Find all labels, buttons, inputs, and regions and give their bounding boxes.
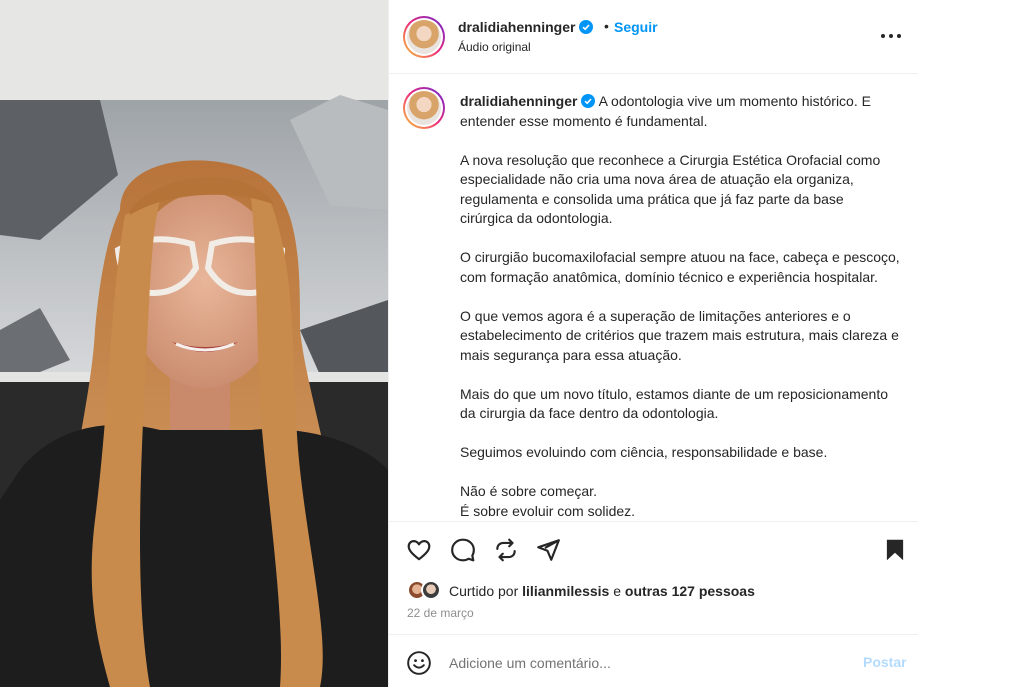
author-avatar[interactable] bbox=[403, 16, 445, 58]
heart-icon[interactable] bbox=[406, 537, 432, 563]
follow-button[interactable]: Seguir bbox=[614, 19, 658, 35]
verified-badge-icon bbox=[581, 94, 596, 108]
video-frame-image bbox=[0, 0, 388, 687]
caption-paragraph: Seguimos evoluindo com ciência, responsa… bbox=[460, 444, 828, 460]
likes-summary[interactable]: Curtido por lilianmilessis e outras 127 … bbox=[407, 580, 907, 602]
caption-author-avatar[interactable] bbox=[403, 87, 445, 129]
comment-bar: Postar bbox=[389, 634, 919, 687]
comment-icon[interactable] bbox=[450, 537, 476, 563]
bookmark-icon[interactable] bbox=[882, 537, 908, 563]
more-options-icon[interactable] bbox=[879, 26, 903, 46]
post-comment-button[interactable]: Postar bbox=[863, 654, 907, 670]
likes-text: Curtido por lilianmilessis e outras 127 … bbox=[449, 583, 755, 599]
post-details-panel: dralidiahenninger • Seguir Áudio origina… bbox=[388, 0, 919, 687]
repost-icon[interactable] bbox=[493, 537, 519, 563]
caption-author-username[interactable]: dralidiahenninger bbox=[460, 93, 577, 109]
caption-paragraph: Mais do que um novo título, estamos dian… bbox=[460, 385, 889, 422]
separator-dot: • bbox=[604, 18, 609, 34]
post-media-video[interactable] bbox=[0, 0, 388, 687]
verified-badge-icon bbox=[579, 20, 594, 34]
caption-paragraph: O cirurgião bucomaxilofacial sempre atuo… bbox=[460, 249, 900, 285]
liker-avatar bbox=[421, 580, 441, 600]
post-caption: dralidiahenninger A odontologia vive um … bbox=[460, 92, 900, 520]
caption-paragraph: A nova resolução que reconhece a Cirurgi… bbox=[460, 151, 881, 227]
comment-input[interactable] bbox=[449, 652, 829, 674]
caption-scroll-area[interactable]: dralidiahenninger A odontologia vive um … bbox=[389, 75, 919, 520]
likes-others-count[interactable]: outras 127 pessoas bbox=[625, 583, 755, 599]
post-header: dralidiahenninger • Seguir Áudio origina… bbox=[389, 0, 919, 74]
emoji-icon[interactable] bbox=[406, 650, 432, 676]
author-username-link[interactable]: dralidiahenninger bbox=[458, 19, 594, 35]
author-username[interactable]: dralidiahenninger bbox=[458, 19, 575, 35]
caption-paragraph: É sobre evoluir com solidez. bbox=[460, 502, 636, 519]
caption-paragraph: O que vemos agora é a superação de limit… bbox=[460, 307, 899, 363]
post-date[interactable]: 22 de março bbox=[407, 606, 474, 620]
page-background bbox=[918, 0, 1030, 687]
caption-paragraph: Não é sobre começar. bbox=[460, 483, 597, 499]
liker-username[interactable]: lilianmilessis bbox=[522, 583, 609, 599]
likes-prefix: Curtido por bbox=[449, 583, 519, 599]
likes-connector: e bbox=[613, 583, 622, 599]
send-icon[interactable] bbox=[535, 537, 561, 563]
audio-label[interactable]: Áudio original bbox=[458, 40, 531, 54]
